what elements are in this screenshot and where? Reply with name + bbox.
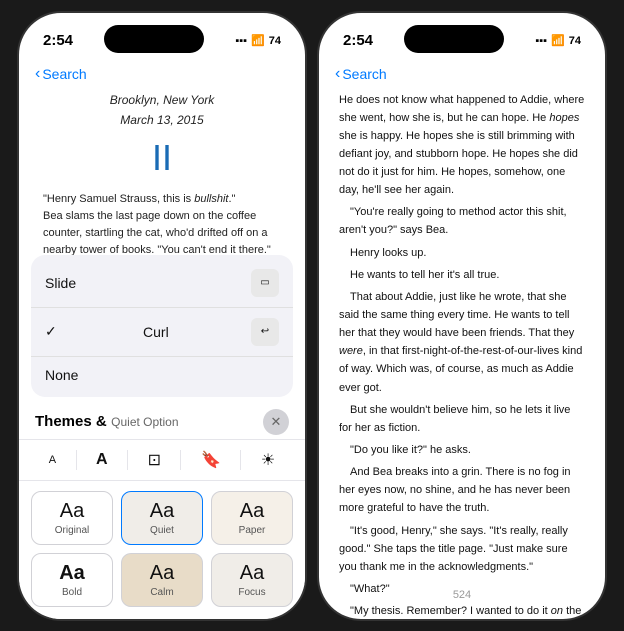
- theme-paper[interactable]: Aa Paper: [211, 491, 293, 545]
- theme-focus-aa: Aa: [220, 562, 284, 585]
- status-icons-right: ▪▪▪ 📶 74: [535, 34, 581, 47]
- theme-quiet-aa: Aa: [130, 500, 194, 523]
- page-number: 524: [319, 589, 605, 601]
- font-style-button[interactable]: ⊡: [140, 446, 169, 474]
- book-date: March 13, 2015: [43, 111, 281, 129]
- font-increase-button[interactable]: A: [88, 447, 116, 473]
- battery-left: 74: [269, 35, 281, 47]
- none-option[interactable]: None: [31, 357, 293, 393]
- back-button-left[interactable]: ‹ Search: [35, 65, 87, 83]
- back-label-left: Search: [42, 66, 86, 82]
- theme-original-name: Original: [40, 525, 104, 536]
- font-sep-3: [180, 450, 181, 470]
- slide-icon: ▭: [251, 269, 279, 297]
- time-left: 2:54: [43, 32, 73, 49]
- theme-focus[interactable]: Aa Focus: [211, 553, 293, 607]
- phones-container: 2:54 ▪▪▪ 📶 74 ‹ Search Brooklyn, New Yor…: [17, 11, 607, 621]
- close-button[interactable]: ✕: [263, 409, 289, 435]
- themes-title-group: Themes & Quiet Option: [35, 413, 179, 431]
- font-size-controls: A A ⊡ 🔖 ☀: [19, 439, 305, 481]
- theme-paper-aa: Aa: [220, 500, 284, 523]
- theme-bold-name: Bold: [40, 587, 104, 598]
- right-phone: 2:54 ▪▪▪ 📶 74 ‹ Search He does not know …: [317, 11, 607, 621]
- slide-option[interactable]: Slide ▭: [31, 259, 293, 308]
- font-sep-4: [240, 450, 241, 470]
- wifi-icon: 📶: [251, 34, 265, 47]
- dynamic-island-right: [404, 25, 504, 53]
- themes-subtitle: Quiet Option: [111, 415, 178, 429]
- signal-icon: ▪▪▪: [235, 35, 247, 47]
- bottom-panel-left: Slide ▭ ✓ Curl ↩ None Themes & Quiet Opt…: [19, 255, 305, 619]
- back-label-right: Search: [342, 66, 386, 82]
- scroll-animation-menu: Slide ▭ ✓ Curl ↩ None: [31, 255, 293, 397]
- right-book-content: He does not know what happened to Addie,…: [319, 91, 605, 621]
- theme-bold[interactable]: Aa Bold: [31, 553, 113, 607]
- font-sep-2: [127, 450, 128, 470]
- check-icon: ✓: [45, 323, 57, 340]
- themes-grid: Aa Original Aa Quiet Aa Paper Aa Bold Aa: [19, 487, 305, 619]
- status-bar-right: 2:54 ▪▪▪ 📶 74: [319, 13, 605, 61]
- nav-bar-left: ‹ Search: [19, 61, 305, 91]
- brightness-button[interactable]: ☀: [253, 446, 283, 474]
- battery-right: 74: [569, 35, 581, 47]
- book-chapter: II: [43, 131, 281, 185]
- themes-title: Themes &: [35, 413, 107, 430]
- bookmark-button[interactable]: 🔖: [193, 446, 229, 474]
- theme-calm[interactable]: Aa Calm: [121, 553, 203, 607]
- theme-quiet[interactable]: Aa Quiet: [121, 491, 203, 545]
- none-label: None: [45, 367, 78, 383]
- theme-bold-aa: Aa: [40, 562, 104, 585]
- signal-icon-right: ▪▪▪: [535, 35, 547, 47]
- back-chevron-left: ‹: [35, 65, 40, 83]
- font-sep-1: [76, 450, 77, 470]
- curl-label: Curl: [143, 324, 169, 340]
- back-chevron-right: ‹: [335, 65, 340, 83]
- curl-icon: ↩: [251, 318, 279, 346]
- font-decrease-button[interactable]: A: [41, 450, 64, 470]
- status-icons-left: ▪▪▪ 📶 74: [235, 34, 281, 47]
- right-text: He does not know what happened to Addie,…: [339, 91, 585, 621]
- theme-original[interactable]: Aa Original: [31, 491, 113, 545]
- nav-bar-right: ‹ Search: [319, 61, 605, 91]
- curl-option[interactable]: ✓ Curl ↩: [31, 308, 293, 357]
- status-bar-left: 2:54 ▪▪▪ 📶 74: [19, 13, 305, 61]
- slide-label: Slide: [45, 275, 76, 291]
- left-phone: 2:54 ▪▪▪ 📶 74 ‹ Search Brooklyn, New Yor…: [17, 11, 307, 621]
- time-right: 2:54: [343, 32, 373, 49]
- theme-focus-name: Focus: [220, 587, 284, 598]
- theme-quiet-name: Quiet: [130, 525, 194, 536]
- wifi-icon-right: 📶: [551, 34, 565, 47]
- theme-paper-name: Paper: [220, 525, 284, 536]
- book-location: Brooklyn, New York: [43, 91, 281, 109]
- back-button-right[interactable]: ‹ Search: [335, 65, 387, 83]
- dynamic-island-left: [104, 25, 204, 53]
- theme-calm-name: Calm: [130, 587, 194, 598]
- theme-original-aa: Aa: [40, 500, 104, 523]
- theme-calm-aa: Aa: [130, 562, 194, 585]
- themes-header: Themes & Quiet Option ✕: [19, 403, 305, 439]
